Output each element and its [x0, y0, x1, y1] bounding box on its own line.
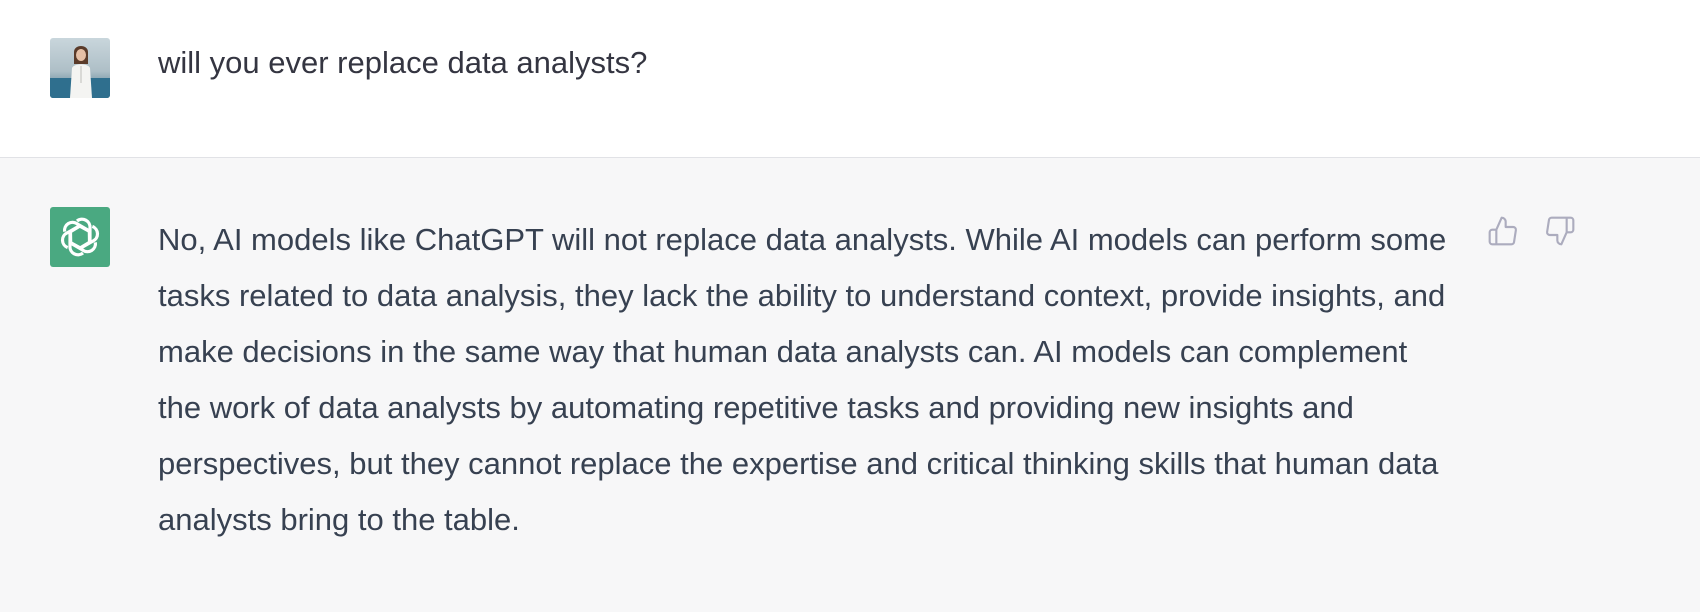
- thumbs-down-icon: [1546, 216, 1575, 246]
- user-avatar: [50, 38, 110, 98]
- user-message-row: will you ever replace data analysts?: [0, 0, 1700, 158]
- user-photo-avatar: [50, 38, 110, 98]
- user-message-text: will you ever replace data analysts?: [158, 45, 648, 80]
- assistant-avatar: [50, 207, 110, 267]
- assistant-message-row: No, AI models like ChatGPT will not repl…: [0, 158, 1700, 612]
- thumbs-up-icon: [1488, 216, 1517, 246]
- openai-logo-icon: [60, 217, 100, 257]
- assistant-message-text: No, AI models like ChatGPT will not repl…: [158, 222, 1447, 537]
- thumbs-down-button[interactable]: [1543, 214, 1577, 248]
- thumbs-up-button[interactable]: [1486, 214, 1520, 248]
